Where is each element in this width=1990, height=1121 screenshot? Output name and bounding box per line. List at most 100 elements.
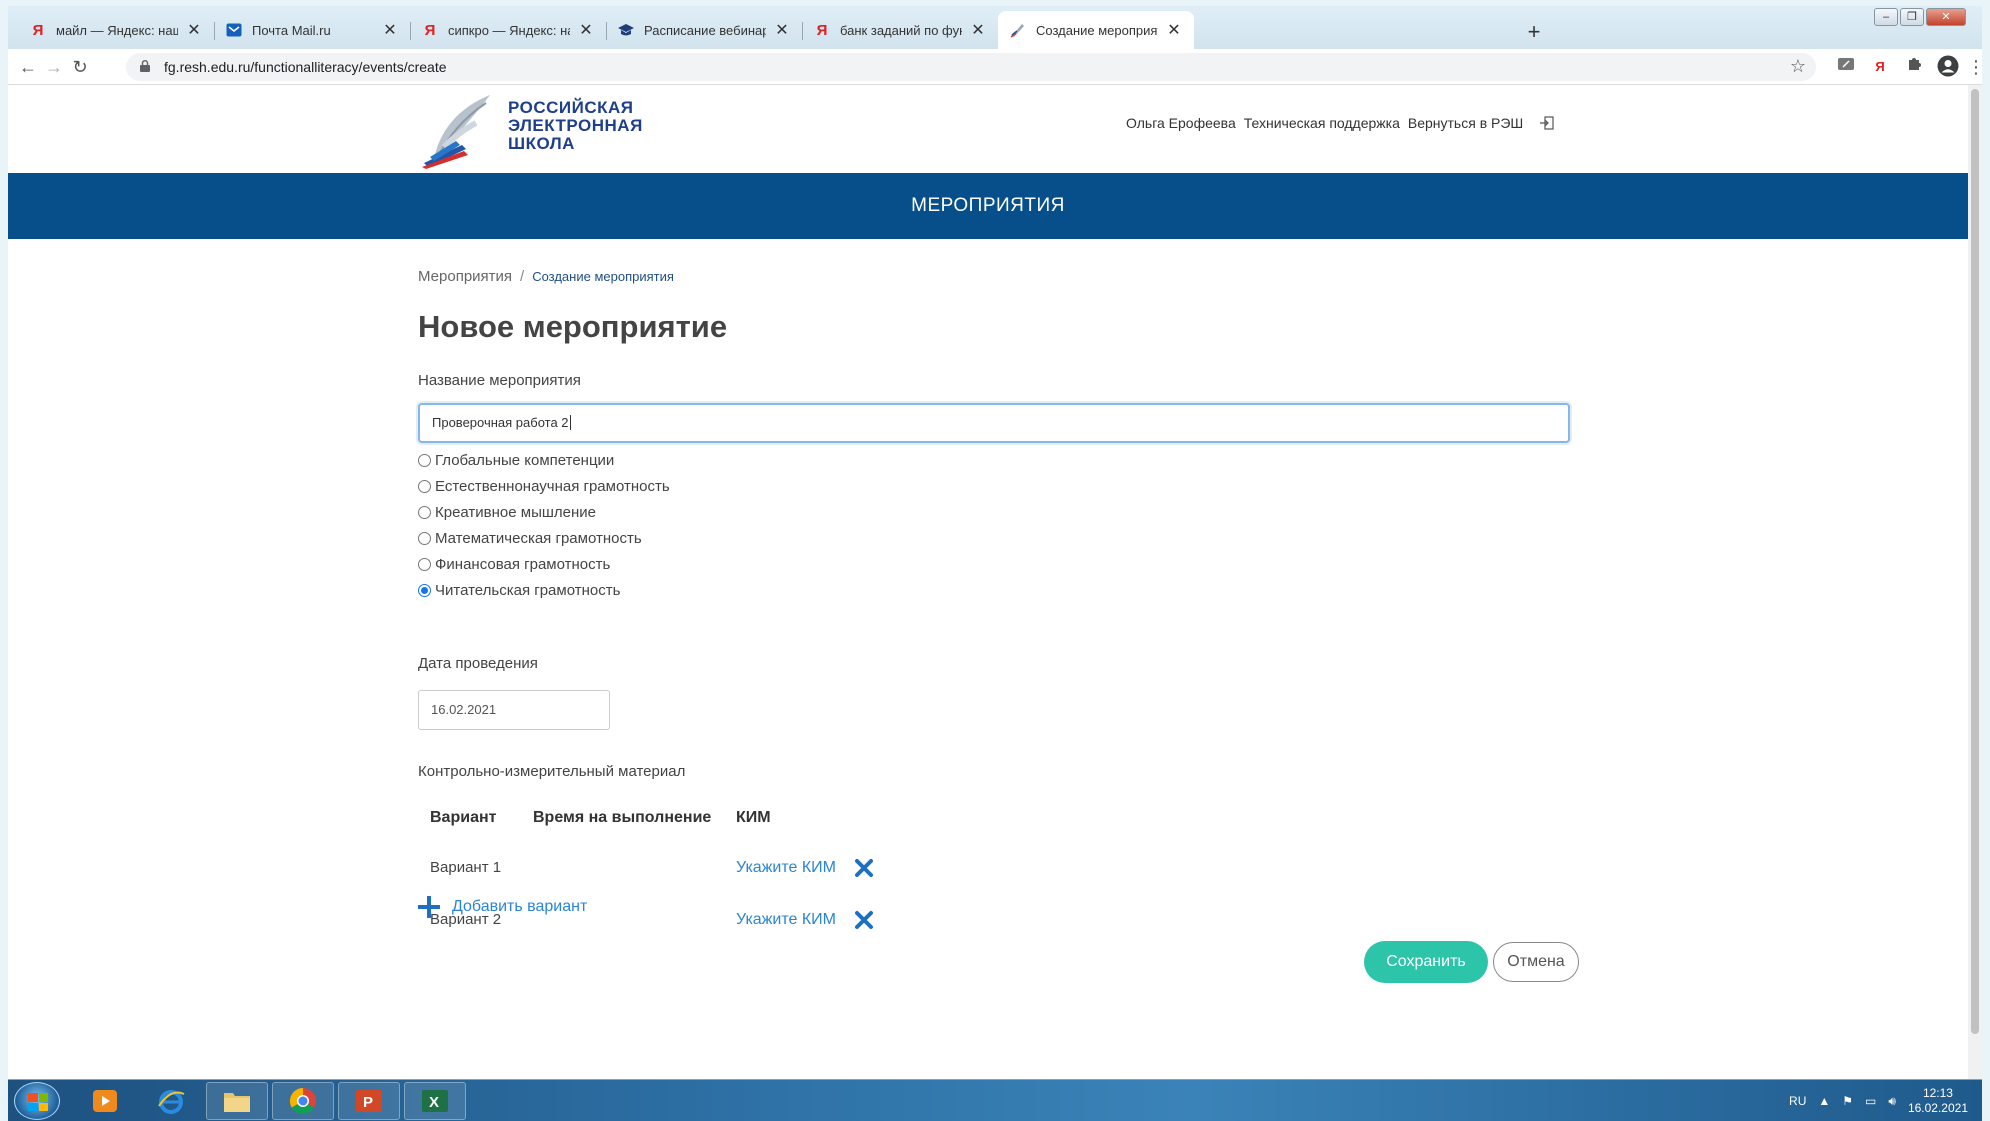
yandex-extension-icon[interactable]: Я [1868, 55, 1892, 79]
event-name-input[interactable]: Проверочная работа 2 [418, 403, 1570, 443]
windows-logo-icon [28, 1093, 48, 1111]
restore-button[interactable]: ❐ [1900, 8, 1924, 26]
close-tab-icon[interactable]: ✕ [578, 20, 594, 40]
top-nav: Ольга Ерофеева Техническая поддержка Вер… [1126, 115, 1555, 131]
section-banner: МЕРОПРИЯТИЯ [8, 173, 1968, 239]
column-header-time: Время на выполнение [533, 809, 712, 826]
network-icon[interactable]: ▭ [1865, 1094, 1876, 1108]
close-tab-icon[interactable]: ✕ [774, 20, 790, 40]
select-kim-link[interactable]: Укажите КИМ [736, 911, 836, 929]
volume-icon[interactable]: 🔊︎ [1888, 1094, 1896, 1109]
yandex-icon: Я [32, 21, 44, 39]
add-variant-button[interactable]: Добавить вариант [418, 896, 587, 918]
browser-tab[interactable]: Я майл — Яндекс: нашлось 34 млн ✕ [18, 11, 214, 49]
logout-icon[interactable] [1539, 115, 1555, 131]
svg-text:X: X [429, 1094, 439, 1111]
language-indicator[interactable]: RU [1789, 1094, 1806, 1108]
back-to-resh-link[interactable]: Вернуться в РЭШ [1408, 115, 1523, 131]
action-center-flag-icon[interactable]: ⚑ [1842, 1094, 1853, 1108]
remove-variant-icon[interactable] [854, 910, 874, 930]
clock[interactable]: 12:13 16.02.2021 [1908, 1086, 1968, 1116]
support-link[interactable]: Техническая поддержка [1244, 115, 1400, 131]
excel-icon[interactable]: X [404, 1082, 466, 1120]
extension-icon[interactable] [1834, 55, 1858, 79]
radio-option-reading[interactable]: Читательская грамотность [418, 582, 620, 599]
close-window-button[interactable]: ✕ [1926, 8, 1966, 26]
page-viewport: РОССИЙСКАЯ ЭЛЕКТРОННАЯ ШКОЛА Ольга Ерофе… [8, 85, 1982, 1079]
user-name-link[interactable]: Ольга Ерофеева [1126, 115, 1236, 131]
breadcrumb-separator: / [520, 268, 525, 285]
section-title: МЕРОПРИЯТИЯ [911, 195, 1065, 216]
new-tab-button[interactable]: + [1520, 19, 1548, 47]
date-value: 16.02.2021 [431, 702, 497, 717]
kim-section-label: Контрольно-измерительный материал [418, 763, 686, 780]
radio-button[interactable] [418, 532, 431, 545]
powerpoint-icon[interactable]: P [338, 1082, 400, 1120]
back-arrow-icon[interactable]: ← [16, 55, 40, 79]
column-header-kim: КИМ [736, 809, 771, 826]
radio-option-finance[interactable]: Финансовая грамотность [418, 556, 610, 573]
windows-taskbar: P X RU ▲ ⚑ ▭ 🔊︎ 12:13 16.02.2021 [8, 1079, 1982, 1121]
breadcrumb-root-link[interactable]: Мероприятия [418, 268, 512, 285]
date-input[interactable]: 16.02.2021 [418, 690, 610, 730]
minimize-button[interactable]: – [1874, 8, 1898, 26]
address-bar[interactable]: fg.resh.edu.ru/functionalliteracy/events… [126, 53, 1816, 81]
page-scrollbar[interactable] [1968, 85, 1982, 1079]
bookmark-star-icon[interactable]: ☆ [1790, 56, 1806, 77]
resh-icon [1010, 22, 1026, 38]
date-label: Дата проведения [418, 655, 538, 672]
profile-avatar-icon[interactable] [1936, 55, 1960, 79]
browser-toolbar: ← → ↻ fg.resh.edu.ru/functionalliteracy/… [8, 49, 1985, 85]
close-tab-icon[interactable]: ✕ [1166, 20, 1182, 40]
remove-variant-icon[interactable] [854, 858, 874, 878]
graduation-cap-icon [618, 22, 634, 38]
column-header-variant: Вариант [430, 809, 497, 826]
radio-button[interactable] [418, 454, 431, 467]
text-cursor [569, 415, 571, 430]
event-name-value: Проверочная работа 2 [432, 415, 569, 430]
radio-button[interactable] [418, 506, 431, 519]
mail-icon [226, 22, 242, 38]
browser-tab[interactable]: Я банк заданий по функционально ✕ [802, 11, 998, 49]
radio-button-selected[interactable] [418, 584, 431, 597]
tray-expand-icon[interactable]: ▲ [1818, 1094, 1830, 1108]
radio-button[interactable] [418, 480, 431, 493]
close-tab-icon[interactable]: ✕ [382, 20, 398, 40]
menu-dots-icon[interactable]: ⋮ [1964, 55, 1988, 79]
close-tab-icon[interactable]: ✕ [186, 20, 202, 40]
page-title: Новое мероприятие [418, 309, 728, 344]
select-kim-link[interactable]: Укажите КИМ [736, 859, 836, 877]
site-header: РОССИЙСКАЯ ЭЛЕКТРОННАЯ ШКОЛА Ольга Ерофе… [8, 85, 1968, 173]
window-controls: – ❐ ✕ [1874, 8, 1966, 26]
browser-tab[interactable]: Я сипкро — Яндекс: нашлось 133 ✕ [410, 11, 606, 49]
plus-icon [418, 896, 440, 918]
browser-tab[interactable]: Расписание вебинаров - Инсти ✕ [606, 11, 802, 49]
yandex-icon: Я [424, 21, 436, 39]
browser-tab-strip: Я майл — Яндекс: нашлось 34 млн ✕ Почта … [8, 6, 1982, 49]
browser-tab[interactable]: Почта Mail.ru ✕ [214, 11, 410, 49]
media-player-icon[interactable] [74, 1082, 136, 1120]
cancel-button[interactable]: Отмена [1493, 942, 1579, 982]
puzzle-extensions-icon[interactable] [1902, 55, 1926, 79]
breadcrumb: Мероприятия / Создание мероприятия [418, 268, 674, 285]
brand-name: РОССИЙСКАЯ ЭЛЕКТРОННАЯ ШКОЛА [508, 98, 643, 153]
reload-icon[interactable]: ↻ [68, 55, 92, 79]
radio-button[interactable] [418, 558, 431, 571]
radio-option-creative[interactable]: Креативное мышление [418, 504, 596, 521]
internet-explorer-icon[interactable] [140, 1082, 202, 1120]
start-button[interactable] [14, 1082, 60, 1120]
chrome-icon[interactable] [272, 1082, 334, 1120]
close-tab-icon[interactable]: ✕ [970, 20, 986, 40]
scrollbar-thumb[interactable] [1971, 89, 1979, 1034]
breadcrumb-current: Создание мероприятия [532, 269, 674, 284]
radio-option-global[interactable]: Глобальные компетенции [418, 452, 614, 469]
radio-option-math[interactable]: Математическая грамотность [418, 530, 642, 547]
browser-tab-active[interactable]: Создание мероприятия ✕ [998, 11, 1194, 49]
event-name-label: Название мероприятия [418, 372, 581, 389]
save-button[interactable]: Сохранить [1364, 941, 1488, 983]
forward-arrow-icon[interactable]: → [42, 55, 66, 79]
yandex-icon: Я [816, 21, 828, 39]
radio-option-science[interactable]: Естественнонаучная грамотность [418, 478, 670, 495]
resh-logo [422, 95, 490, 169]
file-explorer-icon[interactable] [206, 1082, 268, 1120]
